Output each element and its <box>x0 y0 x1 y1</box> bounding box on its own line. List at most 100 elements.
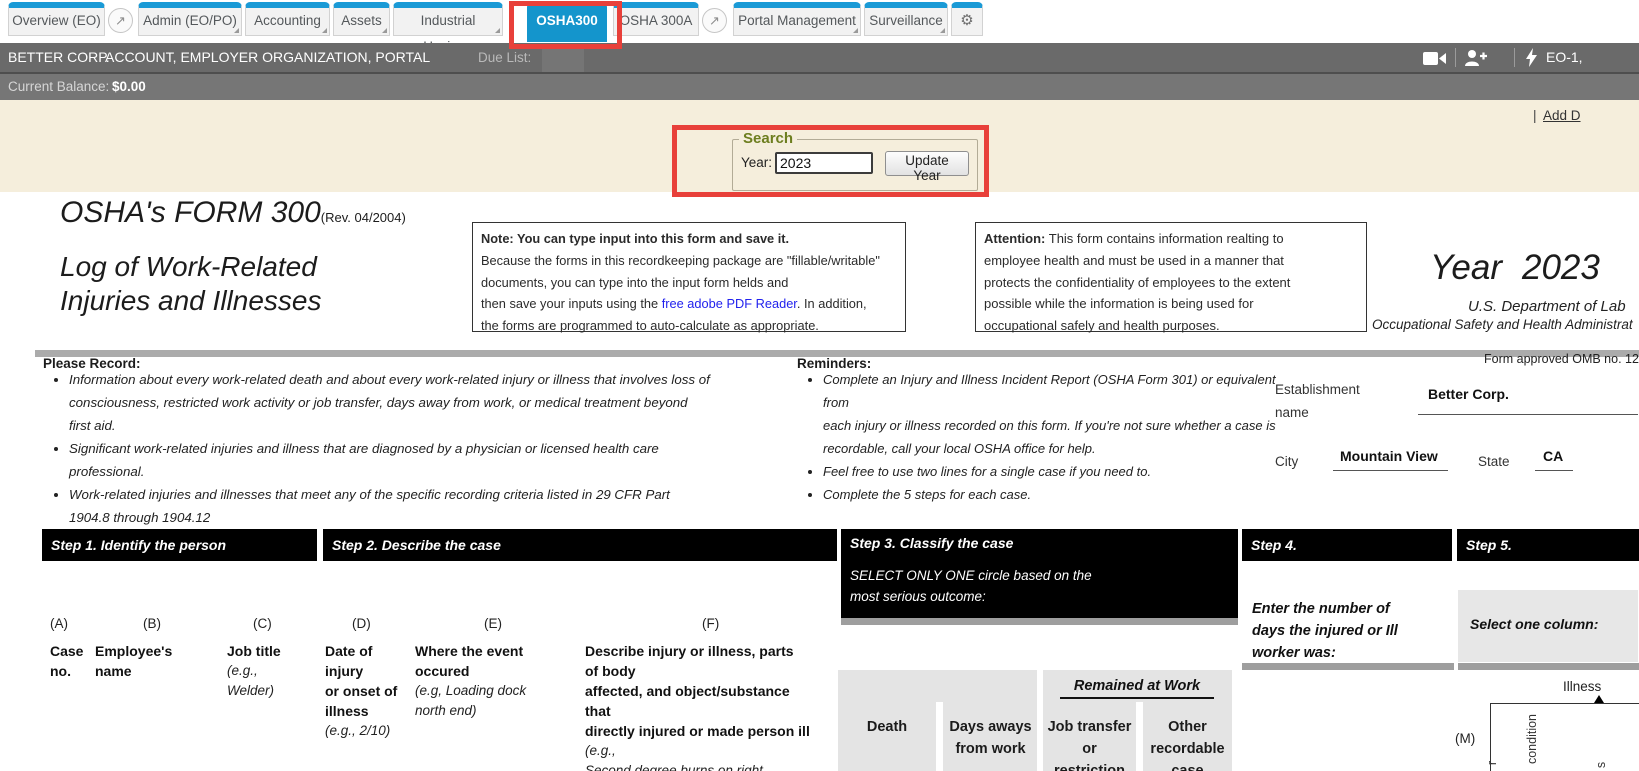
lightning-bolt-icon[interactable] <box>1525 48 1538 72</box>
column-letter-f: (F) <box>702 616 719 631</box>
reminders-bullet: Complete an Injury and Illness Incident … <box>823 368 1293 460</box>
tab-osha300a[interactable]: OSHA 300A <box>613 2 699 36</box>
other-recordable-column-label: Other recordable case <box>1143 716 1232 771</box>
tab-assets[interactable]: Assets <box>333 2 390 36</box>
link-separator: | <box>1533 108 1537 123</box>
establishment-underline <box>1418 414 1638 415</box>
year-label: Year: <box>741 155 772 170</box>
add-link[interactable]: Add D <box>1543 108 1581 123</box>
note-line: then save your inputs using the free ado… <box>481 293 897 315</box>
column-m-label: (M) <box>1455 731 1475 746</box>
tab-label: Portal Management <box>738 13 856 28</box>
settings-tab[interactable]: ⚙ <box>951 2 983 36</box>
illness-column-fragment: r <box>1485 761 1499 765</box>
agency-text: Occupational Safety and Health Administr… <box>1372 317 1633 332</box>
illness-column-condition: condition <box>1525 714 1539 764</box>
form-revision: (Rev. 04/2004) <box>321 210 406 225</box>
city-underline <box>1333 470 1448 471</box>
step5-instruction-box: Select one column: <box>1458 590 1638 662</box>
job-transfer-column-label: Job transfer or restriction <box>1043 716 1136 771</box>
note-line-text: . In addition, <box>797 296 867 311</box>
state-label: State <box>1478 450 1510 473</box>
toolbar-divider <box>1455 48 1456 67</box>
dropdown-indicator-icon <box>382 28 387 33</box>
tab-label: Accounting <box>254 13 321 28</box>
step3-title: Step 3. Classify the case <box>850 535 1238 551</box>
user-context: EO-1, <box>1546 43 1583 72</box>
open-in-new-icon[interactable]: ↗ <box>702 8 727 33</box>
city-label: City <box>1275 450 1298 473</box>
osha300-page: Overview (EO) ↗ Admin (EO/PO) Accounting… <box>0 0 1639 771</box>
step4-instruction: Enter the number of days the injured or … <box>1252 598 1398 664</box>
balance-label: Current Balance: <box>8 74 109 100</box>
column-c-title: Job title <box>227 641 281 661</box>
tab-portal-management[interactable]: Portal Management <box>733 2 861 36</box>
toolbar-divider <box>1514 48 1515 67</box>
year-word: Year <box>1430 248 1502 287</box>
death-column-label: Death <box>838 716 936 738</box>
tab-admin-eo-po[interactable]: Admin (EO/PO) <box>138 2 242 36</box>
step3-strip <box>841 618 1238 625</box>
due-list-box[interactable] <box>542 49 584 72</box>
column-letter-b: (B) <box>143 616 161 631</box>
department-text: U.S. Department of Lab <box>1468 298 1626 315</box>
tab-label: Admin (EO/PO) <box>143 13 237 28</box>
search-panel-legend: Search <box>739 130 797 147</box>
illness-column-fragment: s <box>1594 762 1608 768</box>
city-value: Mountain View <box>1340 448 1438 464</box>
illness-box-top-border <box>1490 703 1639 704</box>
dropdown-indicator-icon <box>853 28 858 33</box>
tab-overview-eo[interactable]: Overview (EO) <box>8 2 105 36</box>
tab-label: OSHA 300A <box>620 13 693 28</box>
tab-osha300-active[interactable]: OSHA300 <box>527 2 607 42</box>
pdf-reader-link[interactable]: free adobe PDF Reader <box>662 296 797 311</box>
tab-label: Surveillance <box>869 13 943 28</box>
establishment-label: Establishment name <box>1275 378 1360 424</box>
tab-accounting[interactable]: Accounting <box>245 2 330 36</box>
column-f-title: Describe injury or illness, parts of bod… <box>585 641 810 741</box>
column-b-title: Employee's name <box>95 641 172 681</box>
tab-label: OSHA300 <box>536 13 598 28</box>
update-year-button[interactable]: Update Year <box>885 151 969 176</box>
column-d-heading: Date of injury or onset of illness (e.g.… <box>325 641 397 741</box>
dropdown-indicator-icon <box>495 28 500 33</box>
org-bar: BETTER CORP. ACCOUNT, EMPLOYER ORGANIZAT… <box>0 43 1639 72</box>
column-d-example: (e.g., 2/10) <box>325 721 397 741</box>
reminders-list: Complete an Injury and Illness Incident … <box>806 368 1293 506</box>
note-line: documents, you can type into the input f… <box>481 272 897 294</box>
please-record-bullet: Work-related injuries and illnesses that… <box>69 483 759 529</box>
please-record-bullet: Significant work-related injuries and il… <box>69 437 759 483</box>
column-d-title: Date of injury or onset of illness <box>325 641 397 721</box>
open-in-new-icon[interactable]: ↗ <box>108 8 133 33</box>
column-b-heading: Employee's name <box>95 641 172 681</box>
column-f-heading: Describe injury or illness, parts of bod… <box>585 641 810 771</box>
add-person-icon[interactable] <box>1463 49 1489 72</box>
form-year: Year 2023 <box>1430 248 1600 288</box>
column-letter-d: (D) <box>352 616 371 631</box>
note-heading: Note: You can type input into this form … <box>481 228 897 250</box>
classify-column-gap <box>936 702 943 771</box>
step3-subtitle: SELECT ONLY ONE circle based on the most… <box>850 565 1238 607</box>
column-e-heading: Where the event occured (e.g, Loading do… <box>415 641 526 721</box>
step4-strip <box>1242 663 1454 670</box>
year-number: 2023 <box>1522 248 1600 287</box>
tab-surveillance[interactable]: Surveillance <box>864 2 948 36</box>
step5-header: Step 5. <box>1457 529 1639 561</box>
classify-column-gap <box>1136 702 1143 771</box>
establishment-value: Better Corp. <box>1428 386 1509 402</box>
video-camera-icon[interactable] <box>1423 51 1447 71</box>
tab-industrial-hygiene[interactable]: Industrial Hygiene <box>393 2 503 36</box>
step3-header: Step 3. Classify the case SELECT ONLY ON… <box>841 529 1238 618</box>
due-list-label: Due List: <box>478 43 531 72</box>
dropdown-indicator-icon <box>234 28 239 33</box>
dropdown-indicator-icon <box>322 28 327 33</box>
step5-strip <box>1458 663 1639 670</box>
column-a-heading: Case no. <box>50 641 83 681</box>
tab-label: Overview (EO) <box>12 13 101 28</box>
balance-bar: Current Balance: $0.00 <box>0 74 1639 100</box>
note-box: Note: You can type input into this form … <box>472 222 906 332</box>
year-input[interactable] <box>775 152 873 174</box>
remained-at-work-header: Remained at Work <box>1060 678 1214 699</box>
search-panel: Search Year: Update Year <box>732 139 978 191</box>
form-title: OSHA's FORM 300(Rev. 04/2004) <box>60 196 406 230</box>
